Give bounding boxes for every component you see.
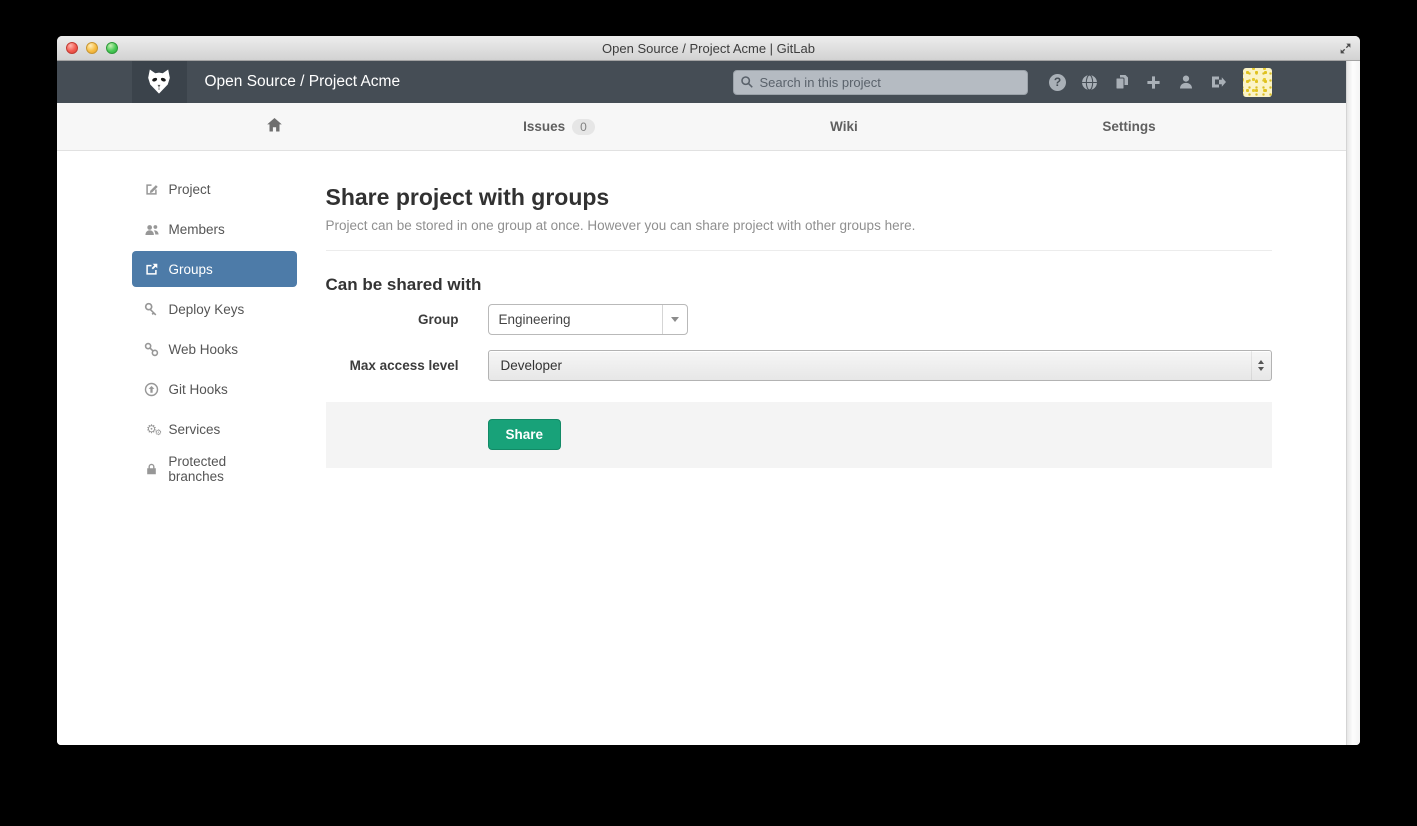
- window-titlebar: Open Source / Project Acme | GitLab: [57, 36, 1360, 61]
- key-icon: [144, 302, 160, 317]
- window-title: Open Source / Project Acme | GitLab: [602, 41, 815, 56]
- select-stepper-icon: [1251, 351, 1271, 380]
- page-description: Project can be stored in one group at on…: [326, 218, 1272, 233]
- max-access-label: Max access level: [326, 350, 459, 381]
- sign-out-button[interactable]: [1202, 68, 1234, 96]
- sign-out-icon: [1210, 74, 1226, 90]
- help-icon: ?: [1049, 74, 1066, 91]
- sidebar-item-label: Web Hooks: [169, 342, 239, 357]
- max-access-select-value: Developer: [489, 358, 1251, 373]
- max-access-form-row: Max access level Developer: [326, 350, 1272, 381]
- settings-sidebar: Project Members: [132, 171, 297, 491]
- lock-icon: [144, 462, 160, 476]
- sidebar-item-deploy-keys[interactable]: Deploy Keys: [132, 291, 297, 327]
- minimize-window-button[interactable]: [86, 42, 98, 54]
- sidebar-item-label: Groups: [169, 262, 213, 277]
- nav-home[interactable]: [132, 103, 417, 150]
- nav-issues-label: Issues: [523, 119, 565, 134]
- sidebar-item-git-hooks[interactable]: Git Hooks: [132, 371, 297, 407]
- group-label: Group: [326, 304, 459, 335]
- section-heading: Can be shared with: [326, 275, 1272, 295]
- traffic-lights: [66, 42, 118, 54]
- files-icon: [1114, 74, 1130, 90]
- globe-icon: [1081, 74, 1098, 91]
- tanuki-logo-icon: [144, 67, 174, 97]
- zoom-window-button[interactable]: [106, 42, 118, 54]
- sidebar-item-web-hooks[interactable]: Web Hooks: [132, 331, 297, 367]
- page-title: Share project with groups: [326, 184, 1272, 211]
- group-select[interactable]: Engineering: [488, 304, 688, 335]
- search-input[interactable]: [733, 70, 1028, 95]
- new-project-button[interactable]: [1138, 68, 1170, 96]
- share-button[interactable]: Share: [488, 419, 562, 450]
- sidebar-item-label: Project: [169, 182, 211, 197]
- sidebar-item-label: Protected branches: [168, 454, 284, 484]
- group-form-row: Group Engineering: [326, 304, 1272, 335]
- sidebar-item-label: Git Hooks: [169, 382, 228, 397]
- help-button[interactable]: ?: [1042, 68, 1074, 96]
- nav-issues[interactable]: Issues 0: [417, 103, 702, 150]
- form-actions: Share: [326, 402, 1272, 468]
- project-nav: Issues 0 Wiki Settings: [57, 103, 1346, 151]
- sidebar-item-project[interactable]: Project: [132, 171, 297, 207]
- user-icon: [1178, 74, 1194, 90]
- fullscreen-icon[interactable]: [1337, 40, 1354, 57]
- snippets-button[interactable]: [1106, 68, 1138, 96]
- link-icon: [144, 342, 160, 357]
- app-header: Open Source / Project Acme ?: [57, 61, 1346, 103]
- group-select-value: Engineering: [489, 312, 662, 327]
- nav-wiki[interactable]: Wiki: [702, 103, 987, 150]
- issues-count-badge: 0: [572, 119, 595, 135]
- sidebar-item-members[interactable]: Members: [132, 211, 297, 247]
- window-scrollbar[interactable]: [1346, 61, 1360, 745]
- pencil-square-icon: [144, 182, 160, 197]
- share-square-icon: [144, 262, 160, 277]
- sidebar-item-label: Services: [169, 422, 221, 437]
- nav-settings[interactable]: Settings: [987, 103, 1272, 150]
- main-panel: Share project with groups Project can be…: [326, 171, 1272, 491]
- sidebar-item-services[interactable]: ⚙⚙ Services: [132, 411, 297, 447]
- gitlab-logo[interactable]: [132, 61, 187, 103]
- project-breadcrumb-title: Open Source / Project Acme: [205, 73, 401, 91]
- content-area: Project Members: [57, 151, 1346, 745]
- sidebar-item-groups[interactable]: Groups: [132, 251, 297, 287]
- divider: [326, 250, 1272, 251]
- search-box: [733, 70, 1028, 95]
- search-icon: [740, 75, 754, 94]
- users-icon: [144, 222, 160, 237]
- macos-window: Open Source / Project Acme | GitLab: [57, 36, 1360, 745]
- sidebar-item-label: Members: [169, 222, 225, 237]
- plus-icon: [1146, 75, 1161, 90]
- nav-wiki-label: Wiki: [830, 119, 858, 134]
- home-icon: [266, 117, 283, 136]
- chevron-down-icon: [662, 305, 687, 334]
- arrow-circle-up-icon: [144, 382, 160, 397]
- sidebar-item-label: Deploy Keys: [169, 302, 245, 317]
- gears-icon: ⚙⚙: [144, 423, 160, 435]
- close-window-button[interactable]: [66, 42, 78, 54]
- nav-settings-label: Settings: [1102, 119, 1155, 134]
- user-avatar[interactable]: [1243, 68, 1272, 97]
- max-access-select[interactable]: Developer: [488, 350, 1272, 381]
- profile-button[interactable]: [1170, 68, 1202, 96]
- explore-button[interactable]: [1074, 68, 1106, 96]
- sidebar-item-protected-branches[interactable]: Protected branches: [132, 451, 297, 487]
